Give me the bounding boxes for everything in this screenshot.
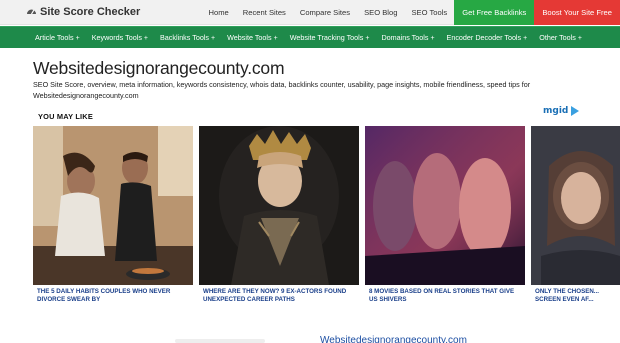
menu-label: Website Tools bbox=[227, 33, 272, 42]
brand-logo[interactable]: Site Score Checker bbox=[26, 6, 140, 18]
scroll-indicator bbox=[175, 339, 265, 343]
menu-label: Other Tools bbox=[539, 33, 576, 42]
plus-icon: + bbox=[75, 35, 80, 42]
mgid-wordmark: mgid bbox=[543, 106, 569, 116]
nav-home[interactable]: Home bbox=[202, 0, 236, 25]
menu-label: Website Tracking Tools bbox=[289, 33, 364, 42]
menu-domains-tools[interactable]: Domains Tools + bbox=[375, 27, 440, 49]
recommendation-card[interactable]: 8 MOVIES BASED ON REAL STORIES THAT GIVE… bbox=[365, 126, 525, 306]
menu-backlinks-tools[interactable]: Backlinks Tools + bbox=[154, 27, 221, 49]
nav-seo-blog[interactable]: SEO Blog bbox=[357, 0, 404, 25]
recommendation-card[interactable]: ONLY THE CHOSEN... SCREEN EVEN AF... bbox=[531, 126, 620, 306]
top-nav-links: Home Recent Sites Compare Sites SEO Blog… bbox=[202, 0, 620, 25]
plus-icon: + bbox=[365, 35, 370, 42]
nav-compare-sites[interactable]: Compare Sites bbox=[293, 0, 357, 25]
recommendation-cards: THE 5 DAILY HABITS COUPLES WHO NEVER DIV… bbox=[33, 126, 620, 306]
menu-label: Domains Tools bbox=[381, 33, 429, 42]
card-caption[interactable]: WHERE ARE THEY NOW? 9 EX-ACTORS FOUND UN… bbox=[203, 288, 357, 304]
play-arrow-icon bbox=[571, 106, 580, 116]
nav-recent-sites[interactable]: Recent Sites bbox=[236, 0, 293, 25]
nav-seo-tools[interactable]: SEO Tools bbox=[404, 0, 454, 25]
menu-label: Encoder Decoder Tools bbox=[446, 33, 522, 42]
menu-website-tools[interactable]: Website Tools + bbox=[221, 27, 284, 49]
section-heading-link[interactable]: Websitedesignorangecounty.com bbox=[320, 335, 467, 343]
recommendation-card[interactable]: WHERE ARE THEY NOW? 9 EX-ACTORS FOUND UN… bbox=[199, 126, 359, 306]
menu-label: Keywords Tools bbox=[91, 33, 142, 42]
tools-menu-bar: Article Tools + Keywords Tools + Backlinks… bbox=[0, 26, 620, 48]
page-description: SEO Site Score, overview, meta informati… bbox=[33, 80, 531, 100]
menu-label: Backlinks Tools bbox=[160, 33, 210, 42]
page-title: Websitedesignorangecounty.com bbox=[33, 58, 285, 78]
get-free-backlinks-button[interactable]: Get Free Backlinks bbox=[454, 0, 535, 25]
mgid-logo[interactable]: mgid bbox=[543, 106, 580, 116]
plus-icon: + bbox=[577, 35, 582, 42]
recommendation-card[interactable]: THE 5 DAILY HABITS COUPLES WHO NEVER DIV… bbox=[33, 126, 193, 306]
card-caption[interactable]: THE 5 DAILY HABITS COUPLES WHO NEVER DIV… bbox=[37, 288, 191, 304]
menu-encoder-decoder-tools[interactable]: Encoder Decoder Tools + bbox=[441, 27, 534, 49]
menu-article-tools[interactable]: Article Tools + bbox=[29, 27, 86, 49]
plus-icon: + bbox=[211, 35, 216, 42]
plus-icon: + bbox=[523, 35, 528, 42]
menu-label: Article Tools bbox=[35, 33, 74, 42]
brand-name: Site Score Checker bbox=[40, 6, 141, 18]
menu-keywords-tools[interactable]: Keywords Tools + bbox=[86, 27, 154, 49]
card-caption[interactable]: ONLY THE CHOSEN... SCREEN EVEN AF... bbox=[535, 288, 618, 304]
menu-website-tracking-tools[interactable]: Website Tracking Tools + bbox=[284, 27, 376, 49]
gauge-icon bbox=[26, 6, 37, 18]
plus-icon: + bbox=[143, 35, 149, 42]
menu-other-tools[interactable]: Other Tools + bbox=[533, 27, 588, 49]
card-thumbnail-movie-faces[interactable] bbox=[365, 126, 525, 285]
plus-icon: + bbox=[430, 35, 435, 42]
card-caption[interactable]: 8 MOVIES BASED ON REAL STORIES THAT GIVE… bbox=[369, 288, 523, 304]
card-thumbnail-crowned-actor[interactable] bbox=[199, 126, 359, 285]
card-thumbnail-couple-kitchen[interactable] bbox=[33, 126, 193, 285]
boost-your-site-button[interactable]: Boost Your Site Free bbox=[534, 0, 620, 25]
you-may-like-heading: YOU MAY LIKE bbox=[38, 112, 93, 121]
plus-icon: + bbox=[273, 35, 278, 42]
card-thumbnail-woman-portrait[interactable] bbox=[531, 126, 620, 285]
top-navbar: Site Score Checker Home Recent Sites Com… bbox=[0, 0, 620, 25]
